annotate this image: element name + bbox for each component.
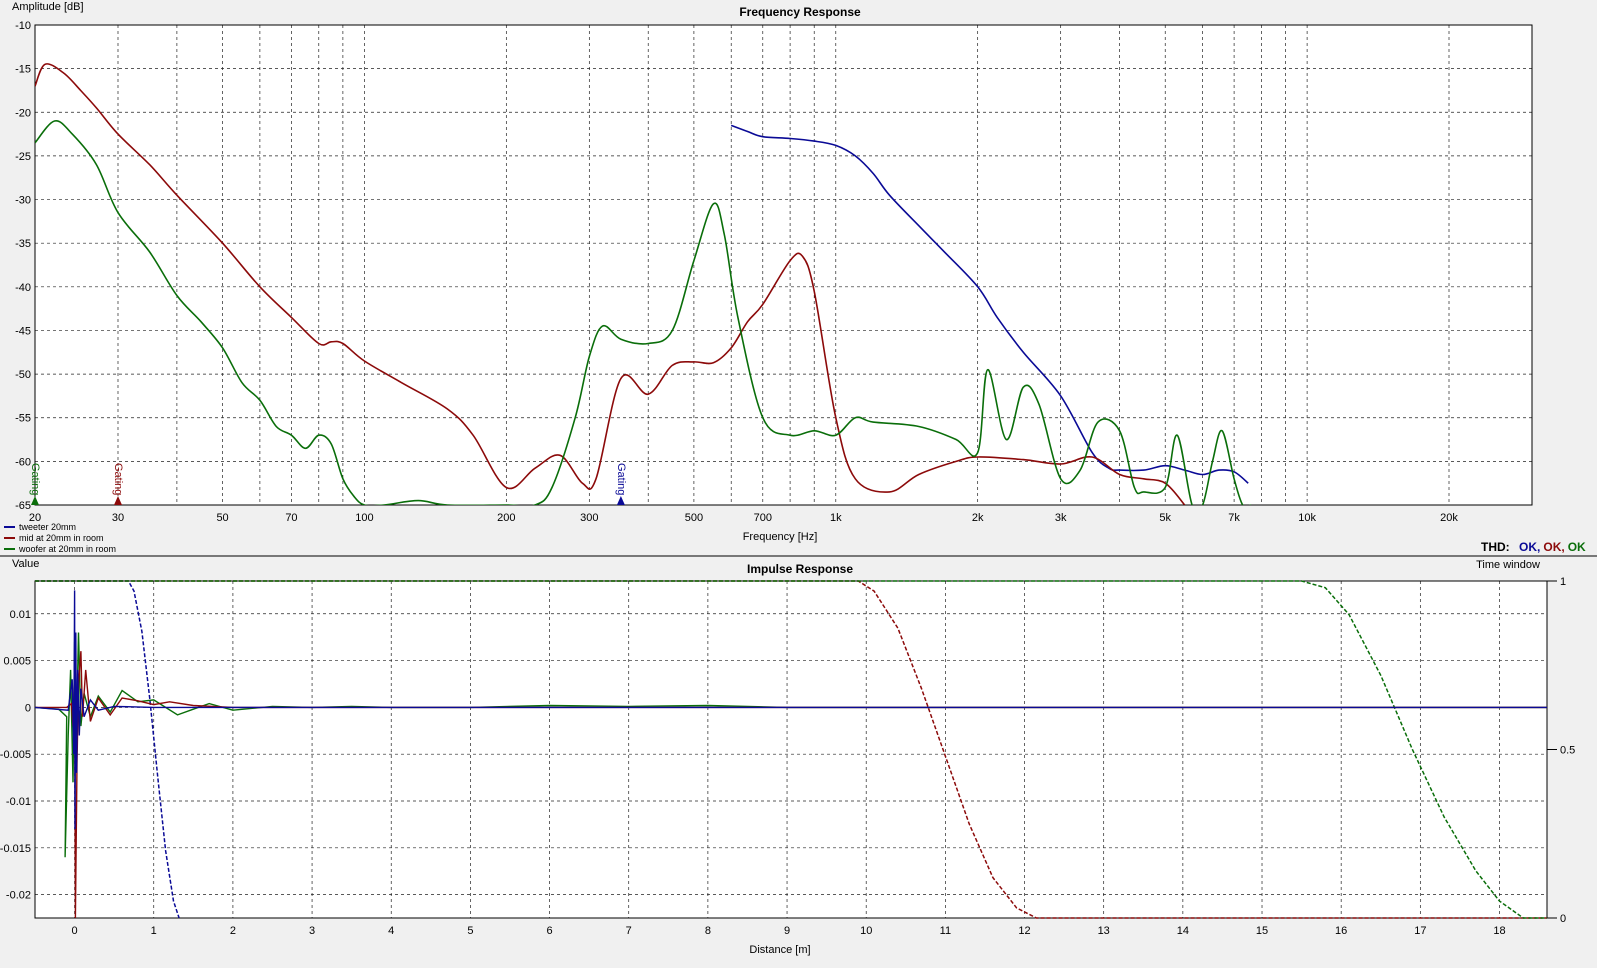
fr-ytick-label: -20 (15, 107, 31, 119)
ir-y2tick-label: 0.5 (1560, 745, 1575, 757)
ir-xtick-label: 8 (705, 925, 711, 937)
ir-xtick-label: 12 (1018, 925, 1030, 937)
ir-ytick-label: -0.01 (6, 796, 31, 808)
fr-xtick-label: 30 (112, 512, 124, 524)
fr-xtick-label: 300 (580, 512, 598, 524)
fr-x-axis-label: Frequency [Hz] (743, 531, 818, 543)
fr-xtick-label: 1k (830, 512, 842, 524)
ir-chart-title: Impulse Response (747, 562, 853, 576)
thd-mid-status: OK, (1543, 540, 1565, 554)
ir-xtick-label: 0 (72, 925, 78, 937)
fr-ytick-label: -55 (15, 413, 31, 425)
fr-xtick-label: 50 (216, 512, 228, 524)
fr-ytick-label: -30 (15, 195, 31, 207)
fr-xtick-label: 20k (1440, 512, 1458, 524)
fr-ytick-label: -25 (15, 151, 31, 163)
ir-xtick-label: 13 (1098, 925, 1110, 937)
ir-xtick-label: 4 (388, 925, 394, 937)
ir-xtick-label: 2 (230, 925, 236, 937)
legend-label-mid-at-20mm-in-room: mid at 20mm in room (19, 533, 104, 543)
legend-label-tweeter-20mm: tweeter 20mm (19, 522, 76, 532)
fr-xtick-label: 3k (1055, 512, 1067, 524)
ir-ytick-label: -0.015 (0, 843, 31, 855)
ir-ytick-label: 0 (25, 702, 31, 714)
fr-ytick-label: -45 (15, 325, 31, 337)
ir-ytick-label: 0.005 (3, 656, 31, 668)
ir-xtick-label: 16 (1335, 925, 1347, 937)
fr-xtick-label: 5k (1159, 512, 1171, 524)
fr-xtick-label: 700 (754, 512, 772, 524)
fr-xtick-label: 7k (1228, 512, 1240, 524)
thd-woofer-status: OK (1567, 540, 1586, 554)
ir-xtick-label: 1 (151, 925, 157, 937)
ir-xtick-label: 14 (1177, 925, 1189, 937)
thd-tweeter-status: OK, (1519, 540, 1541, 554)
fr-ytick-label: -65 (15, 500, 31, 512)
ir-xtick-label: 6 (546, 925, 552, 937)
ir-y-axis-label: Value (12, 558, 39, 570)
ir-ytick-label: -0.02 (6, 890, 31, 902)
legend-label-woofer-at-20mm-in-room: woofer at 20mm in room (18, 544, 116, 554)
frequency-and-impulse-charts: -10-15-20-25-30-35-40-45-50-55-60-6520 30… (0, 1, 1597, 956)
fr-ytick-label: -60 (15, 456, 31, 468)
ir-y2tick-label: 0 (1560, 913, 1566, 925)
fr-ytick-label: -50 (15, 369, 31, 381)
ir-xtick-label: 10 (860, 925, 872, 937)
fr-ytick-label: -15 (15, 64, 31, 76)
ir-xtick-label: 7 (626, 925, 632, 937)
fr-xtick-label: 200 (497, 512, 515, 524)
fr-xtick-label: 500 (685, 512, 703, 524)
fr-ytick-label: -40 (15, 282, 31, 294)
ir-y2tick-label: 1 (1560, 576, 1566, 588)
ir-ytick-label: 0.01 (10, 609, 31, 621)
ir-ytick-label: -0.005 (0, 749, 31, 761)
ir-xtick-label: 5 (467, 925, 473, 937)
ir-xtick-label: 3 (309, 925, 315, 937)
fr-gating-label: Gating (112, 463, 124, 495)
thd-status: THD: OK, OK, OK (1481, 540, 1586, 554)
ir-y2-axis-label: Time window (1476, 559, 1540, 571)
fr-xtick-label: 10k (1298, 512, 1316, 524)
fr-gating-label: Gating (29, 463, 41, 495)
fr-y-axis-label: Amplitude [dB] (12, 1, 84, 13)
fr-ytick-label: -10 (15, 20, 31, 32)
ir-xtick-label: 9 (784, 925, 790, 937)
fr-xtick-label: 2k (972, 512, 984, 524)
fr-ytick-label: -35 (15, 238, 31, 250)
fr-xtick-label: 100 (355, 512, 373, 524)
ir-x-axis-label: Distance [m] (749, 944, 810, 956)
ir-xtick-label: 11 (940, 925, 951, 937)
ir-xtick-label: 18 (1493, 925, 1505, 937)
ir-xtick-label: 17 (1414, 925, 1426, 937)
ir-xtick-label: 15 (1256, 925, 1268, 937)
fr-gating-label: Gating (615, 463, 627, 495)
fr-xtick-label: 70 (285, 512, 297, 524)
thd-label: THD: (1481, 540, 1510, 554)
fr-chart-title: Frequency Response (739, 5, 861, 19)
ir-plot-area (35, 581, 1547, 918)
